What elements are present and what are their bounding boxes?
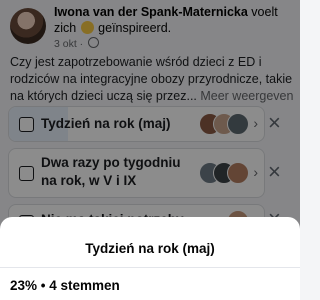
sheet-title: Tydzień na rok (maj) [85,241,215,256]
voters-bottom-sheet: Tydzień na rok (maj) 23% • 4 stemmen [0,217,300,300]
sheet-divider [0,267,300,268]
sheet-vote-stats: 23% • 4 stemmen [10,278,120,293]
